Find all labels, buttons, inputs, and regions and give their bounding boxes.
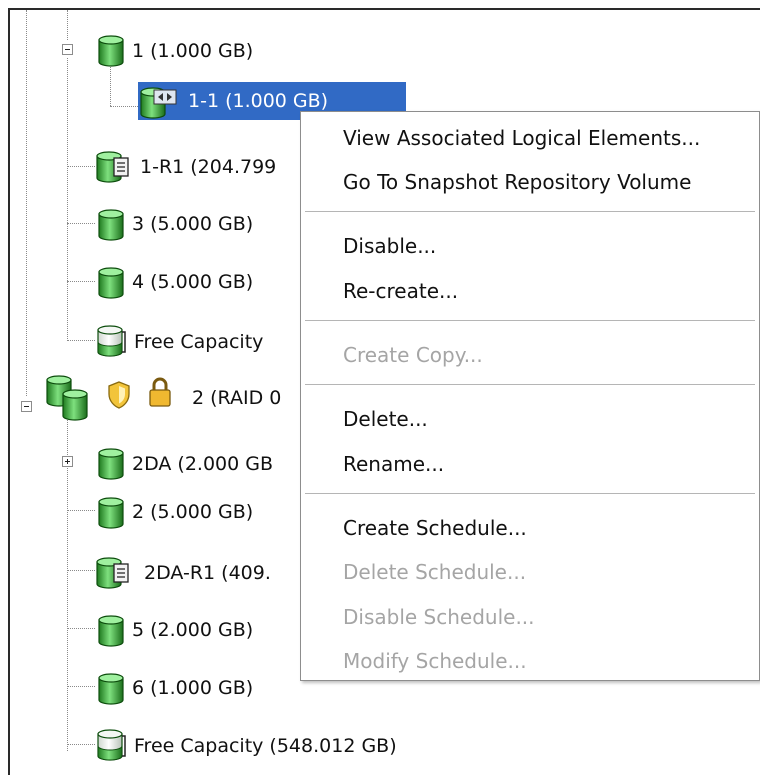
menu-item-disable-schedule: Disable Schedule... — [343, 605, 535, 629]
lock-icon — [149, 377, 171, 407]
menu-item-view-associated-logical-elements[interactable]: View Associated Logical Elements... — [343, 124, 700, 152]
tree-item-free-capacity-548[interactable]: Free Capacity (548.012 GB) — [134, 733, 397, 759]
tree-item-volume-3[interactable]: 3 (5.000 GB) — [132, 211, 253, 237]
menu-item-delete-schedule: Delete Schedule... — [343, 560, 527, 584]
menu-item-disable[interactable]: Disable... — [343, 232, 436, 260]
menu-item-create-copy: Create Copy... — [343, 343, 483, 367]
menu-separator — [305, 384, 755, 385]
tree-item-volume-1-r1[interactable]: 1-R1 (204.799 — [140, 154, 276, 180]
tree-line — [67, 744, 95, 745]
snapshot-volume-icon — [140, 87, 177, 119]
collapse-toggle[interactable] — [62, 44, 73, 55]
tree-line — [67, 570, 95, 571]
repository-volume-icon — [96, 151, 129, 183]
tree-item-free-capacity[interactable]: Free Capacity — [134, 329, 263, 355]
menu-item-delete[interactable]: Delete... — [343, 405, 428, 433]
tree-line — [67, 281, 95, 282]
menu-separator — [305, 493, 755, 494]
free-capacity-icon — [94, 324, 126, 358]
tree-line — [67, 10, 68, 40]
tree-line — [26, 10, 27, 396]
tree-line — [67, 686, 95, 687]
expand-toggle[interactable] — [62, 456, 73, 467]
free-capacity-icon — [94, 728, 126, 762]
menu-separator — [305, 320, 755, 321]
menu-item-go-to-snapshot-repository-volume[interactable]: Go To Snapshot Repository Volume — [343, 168, 691, 196]
volume-icon — [96, 614, 126, 648]
shield-icon — [108, 381, 130, 409]
tree-line — [67, 223, 95, 224]
tree-line — [67, 166, 95, 167]
menu-item-modify-schedule: Modify Schedule... — [343, 649, 527, 673]
tree-line — [67, 628, 95, 629]
menu-item-re-create[interactable]: Re-create... — [343, 277, 458, 305]
tree-item-volume-group-2[interactable]: 2 (RAID 0 — [192, 385, 281, 411]
volume-icon — [96, 266, 126, 300]
volume-icon — [96, 672, 126, 706]
volume-icon — [96, 34, 126, 68]
menu-separator — [305, 211, 755, 212]
context-menu: View Associated Logical Elements... Go T… — [300, 111, 760, 681]
tree-item-volume-6[interactable]: 6 (1.000 GB) — [132, 675, 253, 701]
tree-item-volume-1[interactable]: 1 (1.000 GB) — [132, 38, 253, 64]
menu-item-rename[interactable]: Rename... — [343, 450, 444, 478]
menu-item-create-schedule[interactable]: Create Schedule... — [343, 514, 527, 542]
volume-icon — [96, 208, 126, 242]
tree-item-volume-4[interactable]: 4 (5.000 GB) — [132, 269, 253, 295]
tree-item-volume-2[interactable]: 2 (5.000 GB) — [132, 499, 253, 525]
tree-line — [110, 106, 140, 107]
tree-item-volume-5[interactable]: 5 (2.000 GB) — [132, 617, 253, 643]
tree-line — [67, 58, 68, 341]
volume-group-icon — [46, 375, 88, 421]
tree-line — [67, 340, 95, 341]
tree-item-volume-2da[interactable]: 2DA (2.000 GB — [132, 451, 273, 477]
tree-line — [67, 510, 95, 511]
collapse-toggle[interactable] — [21, 401, 32, 412]
volume-icon — [96, 496, 126, 530]
repository-volume-icon — [96, 557, 129, 589]
volume-icon — [96, 447, 126, 481]
tree-item-volume-2da-r1[interactable]: 2DA-R1 (409. — [144, 560, 271, 586]
